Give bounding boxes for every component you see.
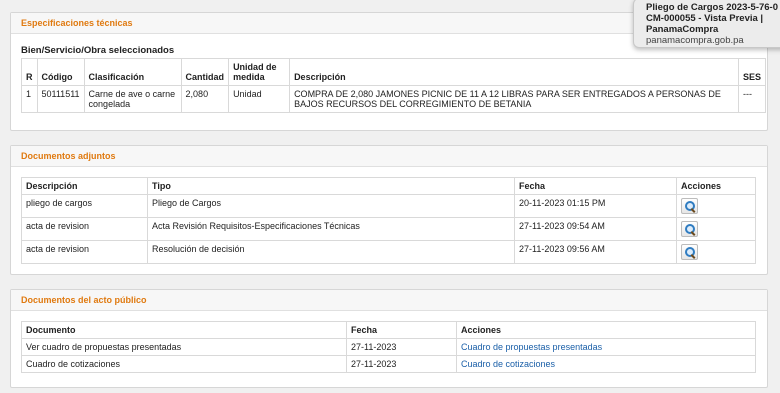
tab-tooltip: Pliego de Cargos 2023-5-76-0 CM-000055 -… [633, 0, 780, 48]
adjuntos-cell-acciones [676, 217, 756, 241]
adjuntos-col-tipo: Tipo [147, 177, 515, 195]
spec-col-r: R [21, 58, 38, 86]
spec-col-codigo: Código [36, 58, 85, 86]
table-row: pliego de cargos Pliego de Cargos 20-11-… [21, 194, 756, 218]
spec-cell-cantidad: 2,080 [180, 85, 230, 113]
tooltip-title-line: CM-000055 - Vista Previa | [646, 13, 764, 24]
acto-header-row: Documento Fecha Acciones [21, 321, 756, 339]
adjuntos-cell-tipo: Pliego de Cargos [147, 194, 515, 218]
spec-col-cantidad: Cantidad [180, 58, 230, 86]
table-row: Ver cuadro de propuestas presentadas 27-… [21, 338, 756, 356]
acto-col-documento: Documento [21, 321, 347, 339]
acto-col-fecha: Fecha [346, 321, 457, 339]
acto-cell-acciones: Cuadro de propuestas presentadas [456, 338, 756, 356]
adjuntos-cell-descripcion: acta de revision [21, 240, 148, 264]
spec-header-row: R Código Clasificación Cantidad Unidad d… [21, 58, 767, 86]
spec-row: 1 50111511 Carne de ave o carne congelad… [21, 85, 767, 113]
acto-cell-documento: Ver cuadro de propuestas presentadas [21, 338, 347, 356]
spec-cell-descripcion: COMPRA DE 2,080 JAMONES PICNIC DE 11 A 1… [289, 85, 739, 113]
spec-cell-clasificacion: Carne de ave o carne congelada [83, 85, 182, 113]
spec-col-descripcion: Descripción [289, 58, 739, 86]
acto-col-acciones: Acciones [456, 321, 756, 339]
adjuntos-cell-acciones [676, 194, 756, 218]
spec-table: R Código Clasificación Cantidad Unidad d… [21, 58, 767, 113]
adjuntos-cell-acciones [676, 240, 756, 264]
table-row: Cuadro de cotizaciones 27-11-2023 Cuadro… [21, 355, 756, 373]
adjuntos-panel: Documentos adjuntos Descripción Tipo Fec… [10, 145, 768, 275]
spec-col-clasificacion: Clasificación [83, 58, 182, 86]
adjuntos-col-descripcion: Descripción [21, 177, 148, 195]
acto-cell-fecha: 27-11-2023 [346, 338, 457, 356]
tooltip-url: panamacompra.gob.pa [646, 35, 744, 46]
adjuntos-cell-fecha: 27-11-2023 09:54 AM [514, 217, 677, 241]
spec-cell-codigo: 50111511 [36, 85, 85, 113]
adjuntos-header-row: Descripción Tipo Fecha Acciones [21, 177, 756, 195]
cuadro-propuestas-link[interactable]: Cuadro de propuestas presentadas [461, 342, 602, 352]
magnifier-icon[interactable] [681, 221, 698, 237]
spec-cell-r: 1 [21, 85, 38, 113]
magnifier-icon[interactable] [681, 198, 698, 214]
table-row: acta de revision Resolución de decisión … [21, 240, 756, 264]
adjuntos-cell-tipo: Resolución de decisión [147, 240, 515, 264]
tooltip-title-line: PanamaCompra [646, 24, 719, 35]
tooltip-title-line: Pliego de Cargos 2023-5-76-0 [646, 2, 778, 13]
adjuntos-col-acciones: Acciones [676, 177, 756, 195]
table-row: acta de revision Acta Revisión Requisito… [21, 217, 756, 241]
acto-cell-acciones: Cuadro de cotizaciones [456, 355, 756, 373]
adjuntos-cell-descripcion: pliego de cargos [21, 194, 148, 218]
adjuntos-table: Descripción Tipo Fecha Acciones pliego d… [21, 177, 756, 264]
adjuntos-header: Documentos adjuntos [11, 146, 767, 167]
spec-col-ses: SES [737, 58, 767, 86]
acto-cell-fecha: 27-11-2023 [346, 355, 457, 373]
acto-cell-documento: Cuadro de cotizaciones [21, 355, 347, 373]
adjuntos-col-fecha: Fecha [514, 177, 677, 195]
spec-cell-unidad: Unidad [228, 85, 291, 113]
adjuntos-cell-fecha: 20-11-2023 01:15 PM [514, 194, 677, 218]
adjuntos-cell-fecha: 27-11-2023 09:56 AM [514, 240, 677, 264]
adjuntos-cell-descripcion: acta de revision [21, 217, 148, 241]
adjuntos-cell-tipo: Acta Revisión Requisitos-Especificacione… [147, 217, 515, 241]
acto-header: Documentos del acto público [11, 290, 767, 311]
acto-table: Documento Fecha Acciones Ver cuadro de p… [21, 321, 756, 373]
spec-col-unidad: Unidad de medida [228, 58, 291, 86]
magnifier-icon[interactable] [681, 244, 698, 260]
spec-cell-ses: --- [737, 85, 767, 113]
cuadro-cotizaciones-link[interactable]: Cuadro de cotizaciones [461, 359, 555, 369]
acto-panel: Documentos del acto público Documento Fe… [10, 289, 768, 388]
